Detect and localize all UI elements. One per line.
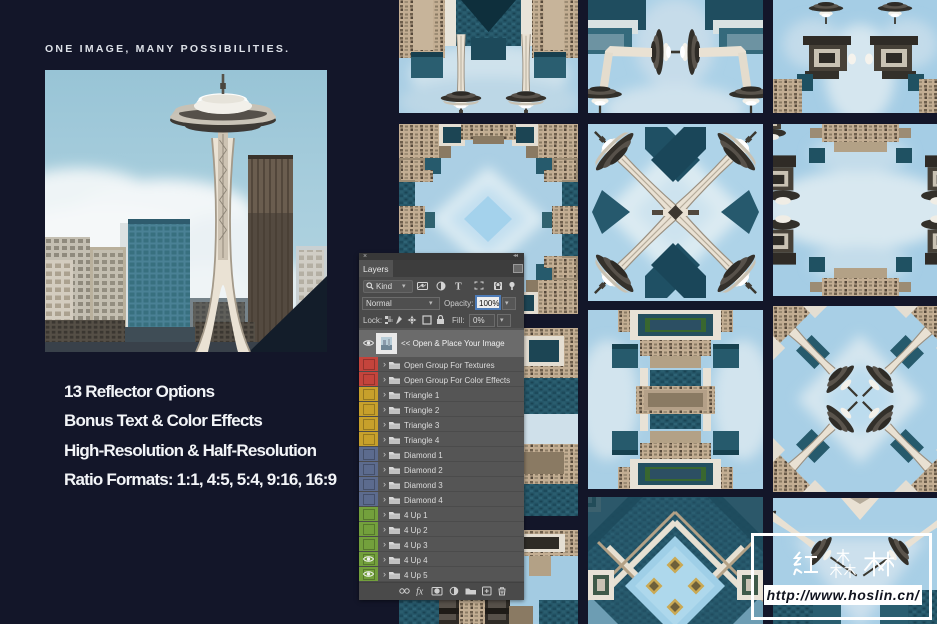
svg-text:fx: fx [416, 587, 424, 597]
svg-text:T: T [455, 282, 462, 292]
